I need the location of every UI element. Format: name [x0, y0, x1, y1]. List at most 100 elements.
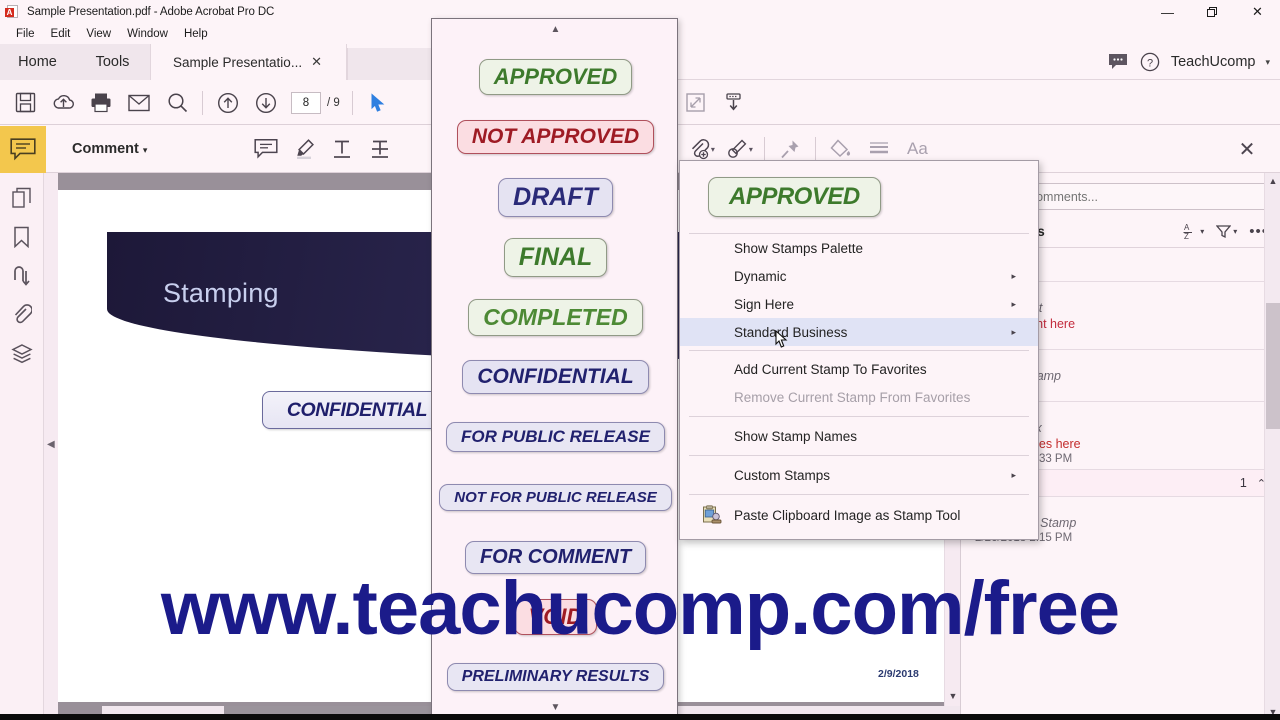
comments-panel-scrollbar[interactable]: ▲ ▼ — [1264, 173, 1280, 720]
submenu-arrow-icon: ▸ — [1011, 469, 1016, 480]
filter-caret-icon[interactable]: ▾ — [1233, 227, 1237, 236]
comments-scroll-thumb[interactable] — [1266, 303, 1280, 429]
stamp-option[interactable]: CONFIDENTIAL — [432, 347, 679, 407]
menu-view[interactable]: View — [78, 27, 119, 41]
sort-caret-icon[interactable]: ▾ — [1200, 227, 1204, 236]
signatures-icon[interactable] — [7, 263, 37, 289]
menu-divider — [689, 494, 1029, 495]
menu-divider — [689, 350, 1029, 351]
account-name[interactable]: TeachUcomp — [1171, 54, 1256, 70]
acrobat-app-icon: A — [5, 4, 21, 20]
page-thumbnails-icon[interactable] — [7, 185, 37, 211]
stamp-option[interactable]: COMPLETED — [432, 287, 679, 347]
slide-date: 2/9/2018 — [878, 668, 919, 680]
stamp-option[interactable]: FINAL — [432, 227, 679, 287]
attachments-icon[interactable] — [7, 302, 37, 328]
menu-item-remove-current-stamp-from-favorites: Remove Current Stamp From Favorites — [680, 383, 1038, 411]
comment-panel-title[interactable]: Comment ▾ — [72, 141, 147, 157]
scroll-down-page-icon[interactable] — [715, 85, 753, 121]
scroll-down-icon[interactable]: ▼ — [945, 688, 960, 704]
current-stamp-chip: APPROVED — [708, 177, 881, 217]
applied-stamp-confidential[interactable]: CONFIDENTIAL — [262, 391, 452, 429]
stamp-option[interactable]: VOID — [432, 587, 679, 647]
panel-collapse-strip[interactable]: ◀ — [44, 173, 58, 720]
sticky-note-icon[interactable] — [247, 130, 285, 168]
comment-bubble-icon[interactable] — [1107, 51, 1129, 73]
menu-divider — [689, 416, 1029, 417]
stamp-option[interactable]: NOT APPROVED — [432, 107, 679, 167]
stamp-option[interactable]: DRAFT — [432, 167, 679, 227]
account-caret-icon[interactable]: ▾ — [1265, 57, 1270, 68]
menu-item-standard-business[interactable]: Standard Business ▸ — [680, 318, 1038, 346]
stamp-option[interactable]: APPROVED — [432, 47, 679, 107]
comments-scroll-up-icon[interactable]: ▲ — [1265, 173, 1280, 189]
toolbar-divider-2 — [351, 90, 353, 115]
mouse-cursor — [775, 329, 788, 354]
stamps-palette[interactable]: ▲ APPROVED NOT APPROVED DRAFT FINAL COMP… — [431, 18, 678, 720]
stamp-chip: NOT FOR PUBLIC RELEASE — [439, 483, 672, 511]
stamps-palette-list[interactable]: APPROVED NOT APPROVED DRAFT FINAL COMPLE… — [432, 41, 679, 701]
menu-item-label: Remove Current Stamp From Favorites — [734, 389, 971, 405]
next-page-icon[interactable] — [247, 85, 285, 121]
close-comment-toolbar-icon[interactable]: ✕ — [1228, 130, 1266, 168]
underline-text-icon[interactable] — [323, 130, 361, 168]
stamps-scroll-up-icon[interactable]: ▲ — [432, 21, 679, 37]
email-icon[interactable] — [120, 85, 158, 121]
comment-panel-title-text: Comment — [72, 141, 139, 157]
stamp-option[interactable]: NOT FOR PUBLIC RELEASE — [432, 467, 679, 527]
search-icon[interactable] — [158, 85, 196, 121]
tab-document-label: Sample Presentatio... — [173, 54, 303, 70]
menu-edit[interactable]: Edit — [43, 27, 79, 41]
clipboard-stamp-icon — [702, 505, 722, 525]
comment-tool-tab[interactable] — [0, 125, 46, 173]
menu-item-custom-stamps[interactable]: Custom Stamps ▸ — [680, 461, 1038, 489]
stamp-option[interactable]: PRELIMINARY RESULTS — [432, 647, 679, 701]
menu-item-label: Sign Here — [734, 296, 795, 312]
close-button[interactable]: ✕ — [1235, 0, 1280, 24]
help-icon[interactable]: ? — [1139, 51, 1161, 73]
svg-text:?: ? — [1147, 58, 1153, 70]
menu-window[interactable]: Window — [119, 27, 176, 41]
layers-icon[interactable] — [7, 341, 37, 367]
strikethrough-text-icon[interactable] — [361, 130, 399, 168]
stamp-context-menu[interactable]: APPROVED Show Stamps Palette Dynamic ▸ S… — [679, 160, 1039, 540]
previous-page-icon[interactable] — [209, 85, 247, 121]
stamps-scroll-down-icon[interactable]: ▼ — [432, 699, 679, 715]
bookmarks-icon[interactable] — [7, 224, 37, 250]
stamp-option[interactable]: FOR COMMENT — [432, 527, 679, 587]
tab-close-icon[interactable]: ✕ — [311, 54, 322, 70]
menu-item-sign-here[interactable]: Sign Here ▸ — [680, 290, 1038, 318]
current-stamp-preview[interactable]: APPROVED — [680, 161, 1038, 233]
save-icon[interactable] — [6, 85, 44, 121]
submenu-arrow-icon: ▸ — [1011, 326, 1016, 337]
menu-item-dynamic[interactable]: Dynamic ▸ — [680, 262, 1038, 290]
filter-comments-icon[interactable]: ▾ — [1216, 224, 1237, 239]
sort-comments-icon[interactable]: AZ ▾ — [1183, 223, 1204, 240]
tab-home[interactable]: Home — [0, 44, 75, 80]
stamp-chip: FINAL — [503, 237, 608, 277]
print-icon[interactable] — [82, 85, 120, 121]
attach-caret-icon[interactable]: ▾ — [711, 145, 715, 154]
menu-file[interactable]: File — [8, 27, 43, 41]
highlight-text-icon[interactable] — [285, 130, 323, 168]
menu-item-add-current-stamp-to-favorites[interactable]: Add Current Stamp To Favorites — [680, 355, 1038, 383]
menu-item-label: Paste Clipboard Image as Stamp Tool — [734, 507, 961, 523]
menu-item-label: Custom Stamps — [734, 467, 831, 483]
menu-help[interactable]: Help — [176, 27, 216, 41]
select-tool-icon[interactable] — [359, 85, 397, 121]
collapse-left-panel-icon[interactable]: ◀ — [47, 439, 55, 450]
menu-item-paste-clipboard-image-as-stamp-tool[interactable]: Paste Clipboard Image as Stamp Tool — [680, 501, 1038, 529]
stamp-option[interactable]: FOR PUBLIC RELEASE — [432, 407, 679, 467]
menu-item-show-stamp-names[interactable]: Show Stamp Names — [680, 422, 1038, 450]
minimize-button[interactable]: — — [1145, 0, 1190, 24]
tab-document[interactable]: Sample Presentatio... ✕ — [150, 44, 347, 80]
upload-cloud-icon[interactable] — [44, 85, 82, 121]
page-number-input[interactable]: 8 — [291, 91, 321, 114]
maximize-button[interactable] — [1190, 0, 1235, 24]
menu-item-show-stamps-palette[interactable]: Show Stamps Palette — [680, 234, 1038, 262]
fit-page-icon[interactable] — [677, 85, 715, 121]
tab-tools[interactable]: Tools — [75, 44, 150, 80]
slide-title: Stamping — [163, 278, 279, 308]
menu-item-label: Show Stamp Names — [734, 428, 858, 444]
drawing-caret-icon[interactable]: ▾ — [749, 145, 753, 154]
